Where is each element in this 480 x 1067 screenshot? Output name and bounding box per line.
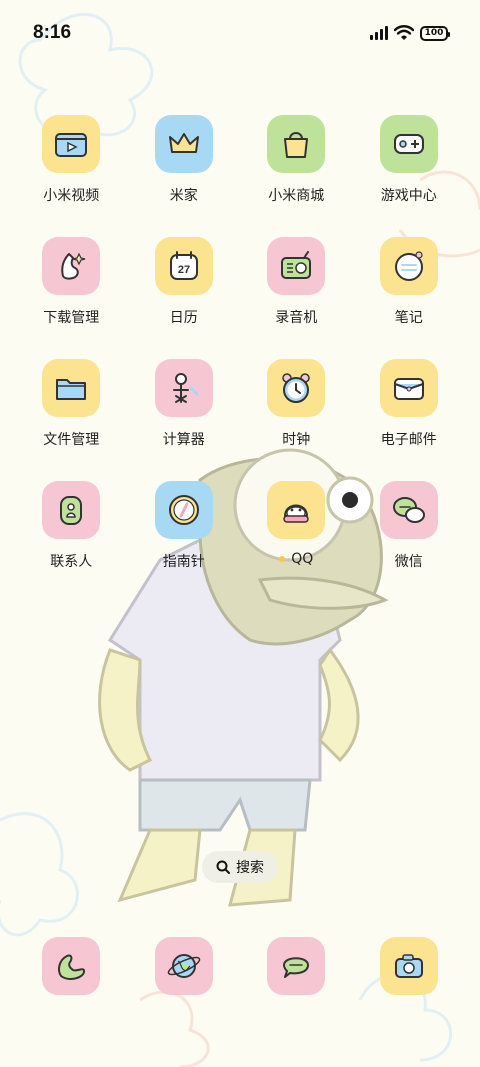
app-icon-tile (42, 237, 101, 295)
app-notes[interactable]: 笔记 (353, 237, 466, 329)
app-recorder[interactable]: 录音机 (240, 237, 353, 329)
phone-icon (58, 954, 86, 980)
app-icon-tile (154, 115, 213, 173)
crown-icon (168, 133, 199, 153)
search-label: 搜索 (236, 860, 264, 876)
app-icon-tile (379, 359, 438, 417)
new-content-dot (279, 556, 286, 562)
dock-phone[interactable] (15, 937, 128, 997)
app-compass[interactable]: 指南针 (128, 481, 241, 573)
status-bar: 8:16 100 (0, 0, 480, 68)
app-icon-tile (267, 115, 326, 173)
app-label: QQ (291, 551, 314, 567)
contacts-icon (60, 496, 83, 525)
app-icon-tile: 27 (154, 237, 213, 295)
app-icon-tile (42, 937, 101, 995)
app-wechat[interactable]: 微信 (353, 481, 466, 573)
battery-icon: 100 (420, 25, 450, 41)
notes-icon (394, 251, 423, 281)
app-icon-tile (42, 115, 101, 173)
app-label: 米家 (169, 188, 198, 204)
calendar-icon: 27 (169, 251, 198, 280)
app-icon-tile (42, 359, 101, 417)
app-label: 日历 (169, 310, 198, 326)
envelope-icon (393, 378, 424, 400)
app-calculator[interactable]: 计算器 (128, 359, 241, 451)
app-label: 电子邮件 (380, 432, 437, 448)
app-icon-tile (379, 937, 438, 995)
app-label: 笔记 (394, 310, 423, 326)
app-file-manager[interactable]: 文件管理 (15, 359, 128, 451)
app-icon-tile (267, 359, 326, 417)
search-icon (216, 860, 230, 874)
dock (15, 937, 465, 997)
app-label: 文件管理 (43, 432, 100, 448)
dock-camera[interactable] (353, 937, 466, 997)
app-grid: 小米视频 米家 小米商城 游戏中心 下载管理 27 日历 录音机 笔记 文件管理… (15, 115, 465, 573)
alarm-clock-icon (282, 373, 310, 403)
app-label: 小米商城 (268, 188, 325, 204)
app-icon-tile (42, 481, 101, 539)
browser-planet-icon (167, 954, 201, 978)
app-label-row: QQ (279, 551, 313, 567)
search-button[interactable]: 搜索 (202, 851, 278, 883)
app-icon-tile (267, 937, 326, 995)
qq-penguin-icon (283, 504, 309, 523)
app-icon-tile (267, 237, 326, 295)
camera-icon (394, 954, 423, 978)
app-label: 下载管理 (43, 310, 100, 326)
app-qq[interactable]: QQ (240, 481, 353, 573)
app-clock[interactable]: 时钟 (240, 359, 353, 451)
app-mijia[interactable]: 米家 (128, 115, 241, 207)
app-label: 计算器 (162, 432, 205, 448)
app-contacts[interactable]: 联系人 (15, 481, 128, 573)
download-hand-icon (61, 252, 86, 280)
folder-icon (56, 379, 87, 400)
app-game-center[interactable]: 游戏中心 (353, 115, 466, 207)
app-label: 游戏中心 (380, 188, 437, 204)
app-calendar[interactable]: 27 日历 (128, 237, 241, 329)
app-icon-tile (379, 115, 438, 173)
app-label: 录音机 (275, 310, 318, 326)
app-label: 小米视频 (43, 188, 100, 204)
app-icon-tile (154, 359, 213, 417)
app-icon-tile (154, 481, 213, 539)
app-icon-tile (154, 937, 213, 995)
app-label: 联系人 (50, 554, 93, 570)
app-icon-tile (267, 481, 326, 539)
app-icon-tile (379, 237, 438, 295)
signal-icon (370, 26, 388, 40)
messages-bubble-icon (283, 957, 310, 978)
calculator-icon (172, 373, 199, 403)
video-player-icon (55, 133, 88, 157)
app-icon-tile (379, 481, 438, 539)
app-mi-video[interactable]: 小米视频 (15, 115, 128, 207)
wechat-bubbles-icon (392, 497, 425, 523)
app-label: 微信 (394, 554, 423, 570)
calendar-day: 27 (178, 264, 190, 276)
dock-browser[interactable] (128, 937, 241, 997)
app-label: 指南针 (162, 554, 205, 570)
compass-icon (168, 495, 199, 525)
status-time: 8:16 (33, 22, 72, 43)
wifi-icon (394, 25, 414, 40)
app-mi-store[interactable]: 小米商城 (240, 115, 353, 207)
gamepad-icon (393, 134, 424, 154)
dock-messages[interactable] (240, 937, 353, 997)
shopping-bag-icon (284, 132, 309, 158)
status-icons: 100 (370, 24, 450, 42)
app-email[interactable]: 电子邮件 (353, 359, 466, 451)
app-download-manager[interactable]: 下载管理 (15, 237, 128, 329)
radio-recorder-icon (281, 251, 312, 279)
app-label: 时钟 (282, 432, 311, 448)
